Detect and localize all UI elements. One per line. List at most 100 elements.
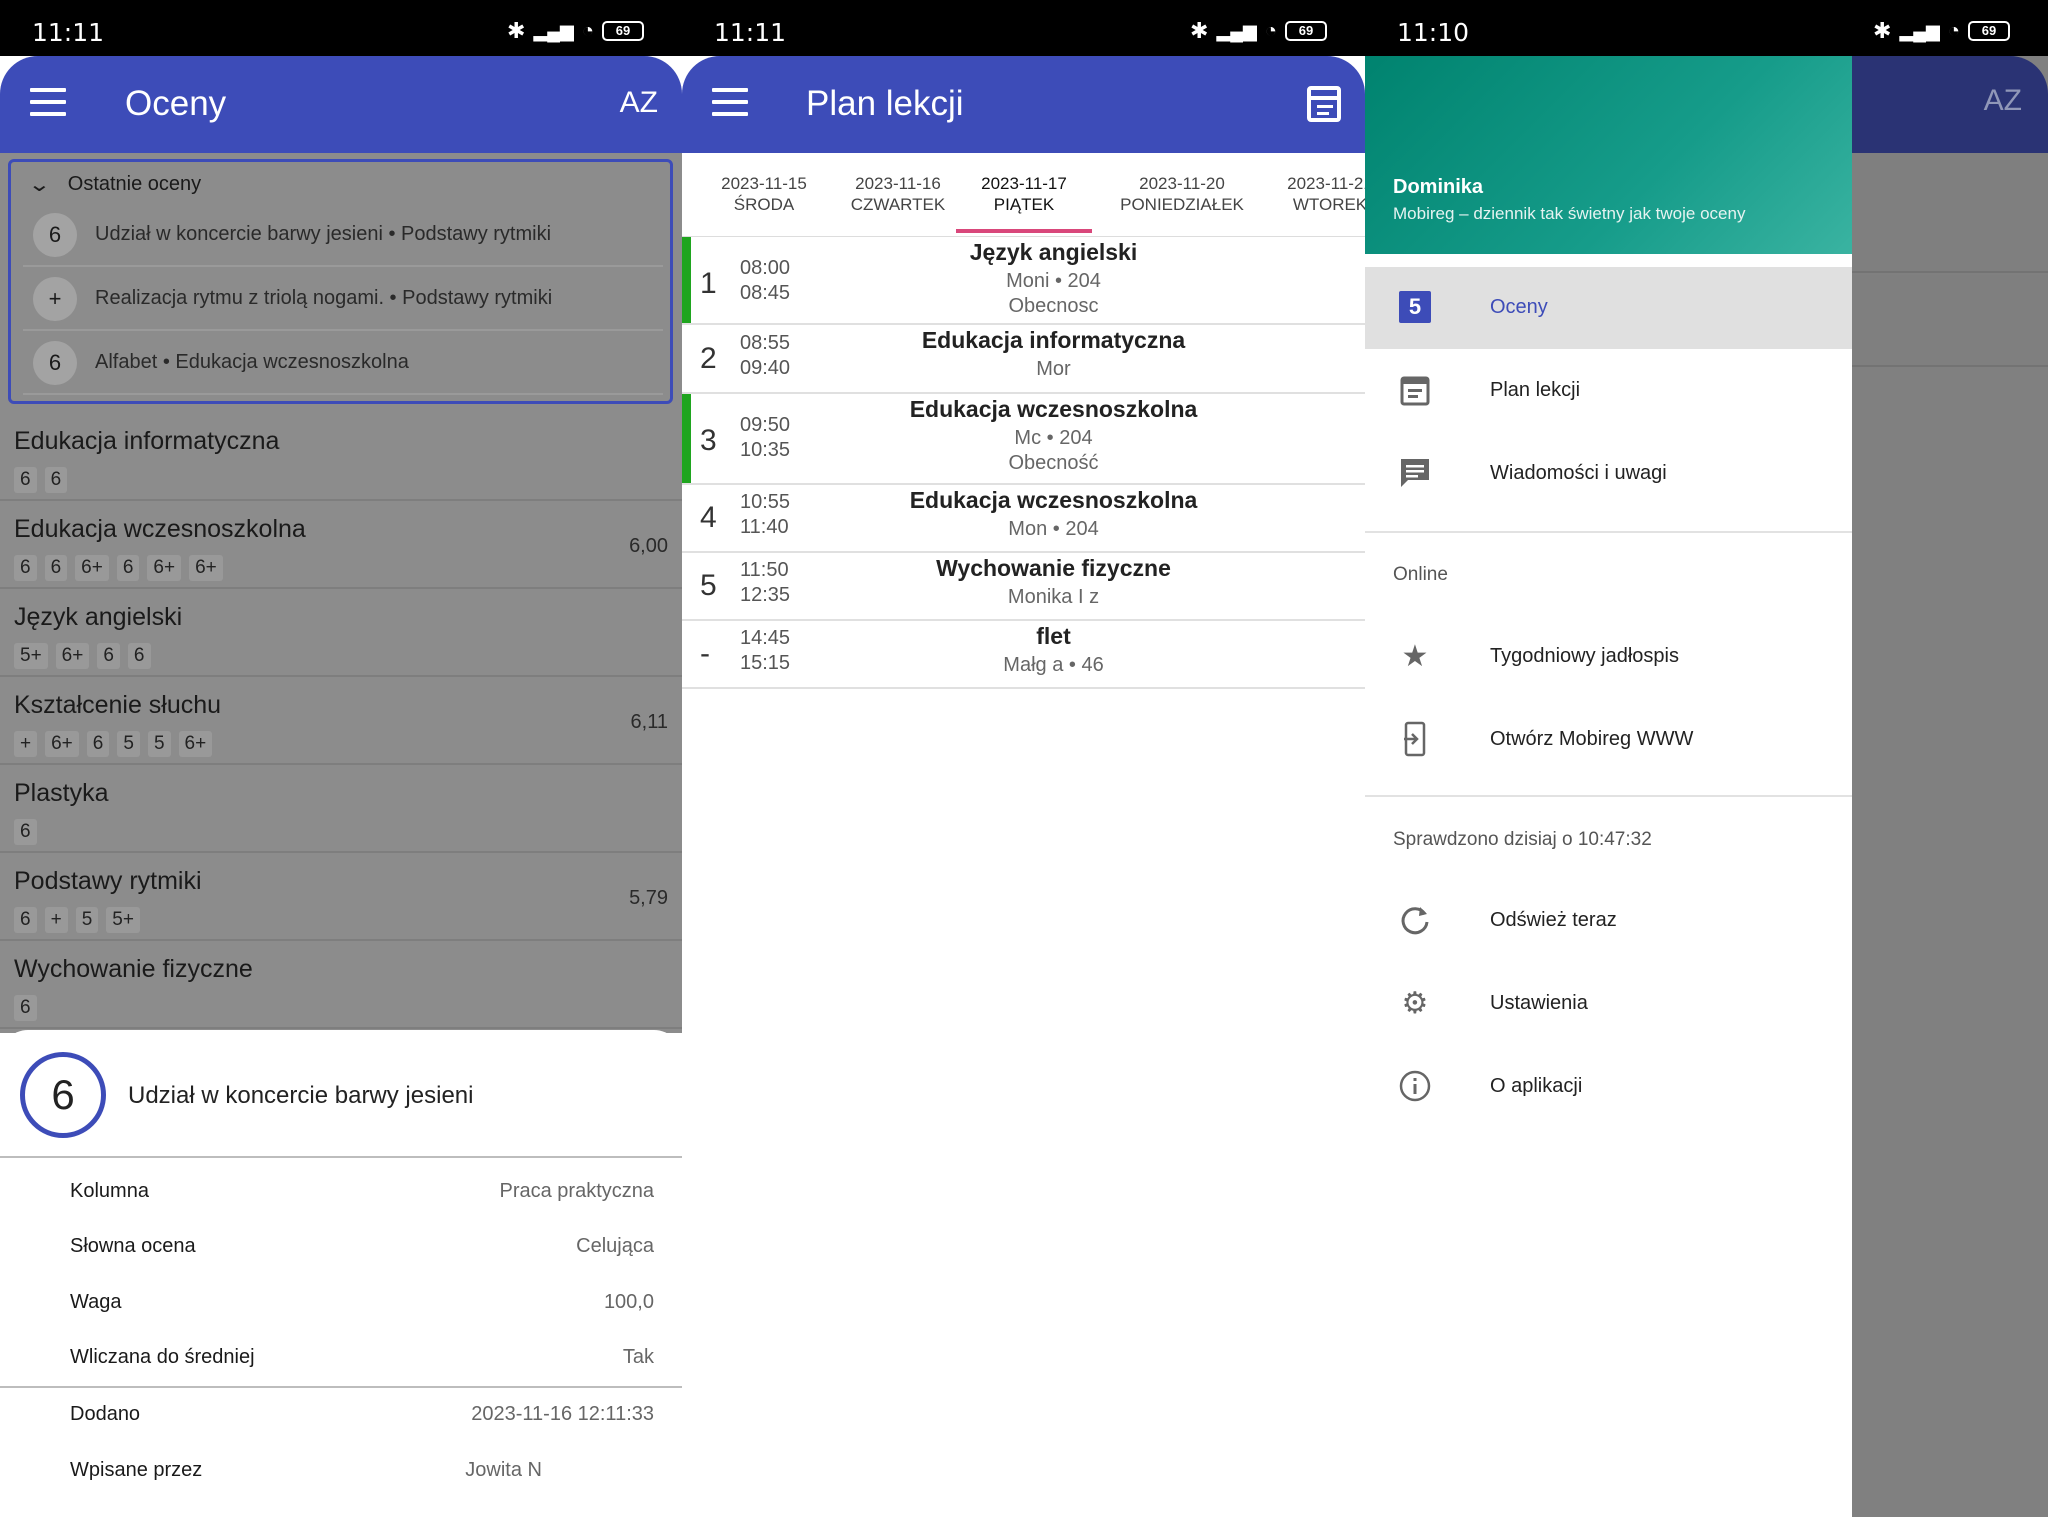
menu-icon[interactable] [712, 88, 748, 116]
calendar-icon[interactable] [1307, 86, 1341, 122]
calendar-icon [1397, 372, 1433, 408]
tab-2023-11-21[interactable]: 2023-11-21 WTOREK [1270, 173, 1365, 215]
tab-2023-11-16[interactable]: 2023-11-16 CZWARTEK [838, 173, 958, 215]
divider [0, 1156, 682, 1158]
recent-grades-card[interactable]: ⌄ Ostatnie oceny 6 Udział w koncercie ba… [8, 159, 673, 404]
star-icon: ★ [1401, 639, 1429, 673]
open-in-phone-icon [1397, 721, 1433, 757]
subject-name: Wychowanie fizyczne [14, 955, 253, 983]
menu-icon[interactable] [30, 88, 66, 116]
lesson-row[interactable]: 3 09:50 10:35 Edukacja wczesnoszkolna Mc • 2… [682, 394, 1365, 485]
lesson-row[interactable]: 1 08:00 08:45 Język angielski Moni • 204 Obec… [682, 237, 1365, 325]
recent-grade-item[interactable]: + Realizacja rytmu z triolą nogami. • Po… [23, 268, 663, 331]
last-checked-text: Sprawdzono dzisiaj o 10:47:32 [1393, 829, 1652, 850]
subject-row[interactable]: Język angielski 5+ 6+ 6 6 [0, 589, 682, 677]
chevron-down-icon[interactable]: ⌄ [28, 172, 51, 197]
grade-chip[interactable]: 6 [127, 643, 151, 669]
grade-chip[interactable]: 5+ [106, 907, 140, 933]
grade-chip[interactable]: 6+ [55, 643, 90, 669]
subject-name: Podstawy rytmiki [14, 867, 202, 895]
grade-badge: 6 [33, 212, 77, 257]
drawer-item-mobireg-www[interactable]: Otwórz Mobireg WWW [1365, 699, 1852, 781]
recent-grades-header: Ostatnie oceny [67, 173, 202, 195]
status-time: 11:10 [1397, 18, 1470, 47]
grade-chip[interactable]: 6 [14, 555, 37, 581]
grade-chip[interactable]: 6 [116, 555, 140, 581]
status-time: 11:11 [32, 18, 105, 47]
lesson-teacher: Mor [1036, 358, 1071, 380]
grade-chip[interactable]: 6+ [178, 731, 213, 757]
grade-chip[interactable]: 6 [14, 467, 37, 493]
subject-row[interactable]: Edukacja wczesnoszkolna 6 6 6+ 6 6+ 6+ 6,00 [0, 501, 682, 589]
drawer-item-jadlospis[interactable]: ★ Tygodniowy jadłospis [1365, 616, 1852, 698]
grade-badge: + [33, 276, 77, 321]
grade-detail-sheet: 6 Udział w koncercie barwy jesieni Kolum… [0, 1030, 682, 1517]
subject-row[interactable]: Podstawy rytmiki 6 +5 5+ 5,79 [0, 853, 682, 941]
lesson-attendance: Obecnosc [1008, 295, 1099, 317]
status-bar: 11:11 ✱ ▂▄▆ ◔ 69 [682, 0, 1365, 56]
bluetooth-icon: ✱ [507, 18, 526, 43]
divider [0, 1386, 682, 1388]
lesson-subject: Edukacja wczesnoszkolna [909, 396, 1198, 422]
grade-chip[interactable]: 6 [14, 819, 37, 845]
drawer-item-settings[interactable]: ⚙ Ustawienia [1365, 963, 1852, 1045]
subject-row[interactable]: Kształcenie słuchu +6+ 6 5 5 6+ 6,11 [0, 677, 682, 765]
grade-chip[interactable]: 5+ [14, 643, 48, 669]
grade-chip[interactable]: + [14, 731, 38, 757]
tab-2023-11-17[interactable]: 2023-11-17 PIĄTEK [964, 173, 1084, 215]
grade-chips: 66 [14, 467, 68, 493]
grade-chip[interactable]: 6 [14, 907, 37, 933]
drawer-header: Dominika Mobireg – dziennik tak świetny … [1365, 56, 1852, 254]
lesson-row[interactable]: 2 08:55 09:40 Edukacja informatyczna Mor [682, 325, 1365, 394]
grade-chip[interactable]: 6 [14, 995, 37, 1021]
subject-row[interactable]: Edukacja informatyczna 6 6 [0, 413, 682, 501]
app-bar: Oceny AZ [0, 56, 682, 153]
grade-chip[interactable]: 6+ [45, 731, 79, 757]
grade-chip[interactable]: 6 [44, 555, 68, 581]
grade-chips: 5+ 6+ 6 6 [14, 643, 151, 669]
grade-chips: 6 [14, 819, 37, 845]
grade-chip[interactable]: 6+ [189, 555, 223, 581]
grade-chip[interactable]: 6 [86, 731, 110, 757]
subject-name: Kształcenie słuchu [14, 691, 222, 719]
subject-row[interactable]: Plastyka 6 [0, 765, 682, 853]
recent-grade-item[interactable]: 6 Udział w koncercie barwy jesieni • Pod… [23, 204, 663, 267]
drawer-item-plan-lekcji[interactable]: Plan lekcji [1365, 350, 1852, 432]
grade-chip[interactable]: 5 [75, 907, 99, 933]
grade-chip[interactable]: 5 [147, 731, 171, 757]
sort-az-icon[interactable]: AZ [620, 86, 658, 120]
lesson-teacher: Moni • 204 [1006, 270, 1101, 292]
subject-average: 5,79 [629, 887, 668, 909]
grade-chip[interactable]: 5 [117, 731, 140, 757]
page-title: Plan lekcji [806, 84, 964, 123]
subject-row[interactable]: Wychowanie fizyczne 6 [0, 941, 682, 1029]
grade-chip[interactable]: + [44, 907, 68, 933]
lesson-teacher: Monika I z [1007, 586, 1100, 608]
grade-chip[interactable]: 6 [44, 467, 68, 493]
lesson-subject: flet [1036, 623, 1071, 649]
grade-chips: +6+ 6 5 5 6+ [14, 731, 213, 757]
tab-2023-11-20[interactable]: 2023-11-20 PONIEDZIAŁEK [1102, 173, 1262, 215]
recent-grade-item[interactable]: 6 Alfabet • Edukacja wczesnoszkolna [23, 332, 663, 395]
drawer-item-refresh[interactable]: Odśwież teraz [1365, 880, 1852, 962]
detail-row: Kolumna Praca praktyczna [70, 1180, 654, 1202]
drawer-screen: 11:10 ✱ ▂▄▆ ◔ 69 AZ Dominika Mobireg – d… [1365, 0, 2048, 1517]
drawer-item-wiadomosci[interactable]: Wiadomości i uwagi [1365, 433, 1852, 515]
subject-average: 6,00 [629, 535, 668, 557]
grade-chip[interactable]: 6+ [147, 555, 182, 581]
app-bar: Plan lekcji [682, 56, 1365, 153]
subject-name: Edukacja informatyczna [14, 427, 280, 455]
lesson-row[interactable]: -14:45 15:15 flet Małg a • 46 [682, 621, 1365, 689]
lesson-attendance: Obecność [1008, 452, 1099, 474]
lesson-row[interactable]: 5 11:50 12:35 Wychowanie fizyczne Monika I z [682, 553, 1365, 621]
lesson-subject: Edukacja wczesnoszkolna [909, 487, 1198, 513]
lesson-row[interactable]: 4 10:55 11:40 Edukacja wczesnoszkolna Mon • … [682, 485, 1365, 553]
grade-chip[interactable]: 6 [97, 643, 120, 669]
grade-chip[interactable]: 6+ [75, 555, 109, 581]
lesson-teacher: Małg a • 46 [1003, 654, 1104, 676]
subject-name: Edukacja wczesnoszkolna [14, 515, 306, 543]
drawer-item-oceny[interactable]: 5 Oceny [1365, 267, 1852, 349]
grade-detail-title: Udział w koncercie barwy jesieni [128, 1082, 474, 1109]
tab-2023-11-15[interactable]: 2023-11-15 ŚRODA [704, 173, 824, 215]
drawer-item-about[interactable]: O aplikacji [1365, 1046, 1852, 1128]
